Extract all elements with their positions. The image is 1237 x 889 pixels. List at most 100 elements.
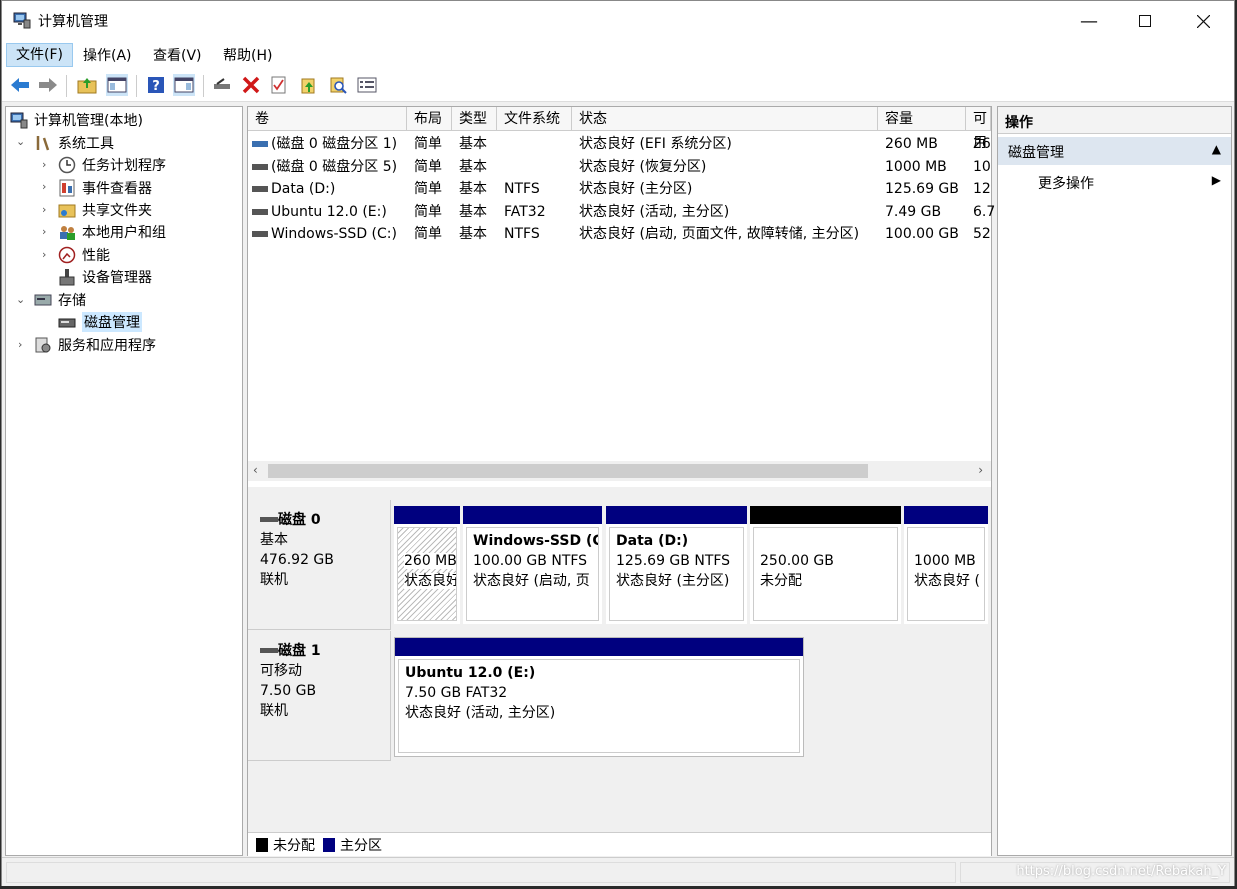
scrollbar-thumb[interactable] xyxy=(268,464,868,478)
up-folder-icon xyxy=(77,78,97,94)
minimize-icon: — xyxy=(1080,10,1098,32)
tree-item-root[interactable]: 计算机管理(本地) xyxy=(10,109,143,131)
svg-text:?: ? xyxy=(152,79,160,94)
back-button[interactable] xyxy=(9,74,31,96)
menu-bar: 文件(F) 操作(A) 查看(V) 帮助(H) xyxy=(2,41,1234,69)
volume-icon xyxy=(252,209,268,215)
shared-folder-icon xyxy=(58,201,76,219)
collapsed-chevron-icon[interactable]: › xyxy=(42,180,52,193)
clock-icon xyxy=(58,156,76,174)
collapsed-chevron-icon[interactable]: › xyxy=(42,203,52,216)
partition-efi[interactable]: 260 MB 状态良好 xyxy=(394,506,460,624)
horizontal-scrollbar[interactable]: ‹ › xyxy=(248,461,991,481)
help-button[interactable]: ? xyxy=(145,74,167,96)
partition-recovery[interactable]: 1000 MB 状态良好 ( xyxy=(904,506,988,624)
show-hide-console-tree-button[interactable] xyxy=(106,74,128,96)
scroll-left-icon[interactable]: ‹ xyxy=(253,463,258,477)
maximize-button[interactable] xyxy=(1116,1,1174,41)
volume-icon xyxy=(252,164,268,170)
find-icon xyxy=(330,77,347,94)
list-view-button[interactable] xyxy=(356,74,378,96)
show-hide-action-pane-icon xyxy=(174,77,194,93)
maximize-icon xyxy=(1139,15,1151,27)
table-row[interactable]: (磁盘 0 磁盘分区 1) 简单 基本 状态良好 (EFI 系统分区) 260 … xyxy=(248,133,991,155)
tree-item-shared-folders[interactable]: 共享文件夹 xyxy=(58,199,152,221)
tree-item-task-scheduler[interactable]: 任务计划程序 xyxy=(58,154,166,176)
disk-icon xyxy=(260,648,278,653)
partition-data[interactable]: Data (D:) 125.69 GB NTFS 状态良好 (主分区) xyxy=(606,506,747,624)
show-hide-console-tree-icon xyxy=(107,77,127,93)
performance-gauge-icon xyxy=(58,246,76,264)
tree-item-event-viewer[interactable]: 事件查看器 xyxy=(58,177,152,199)
collapsed-chevron-icon[interactable]: › xyxy=(18,338,28,351)
properties-button[interactable] xyxy=(268,74,290,96)
forward-button[interactable] xyxy=(37,74,59,96)
users-icon xyxy=(58,223,76,241)
expand-chevron-icon[interactable]: ⌄ xyxy=(16,135,26,148)
tools-icon xyxy=(34,134,52,152)
disk-1-label[interactable]: 磁盘 1 可移动 7.50 GB 联机 xyxy=(248,631,391,761)
title-bar: 计算机管理 — xyxy=(2,1,1234,41)
event-viewer-icon xyxy=(58,179,76,197)
show-hide-action-pane-button[interactable] xyxy=(173,74,195,96)
actions-section-disk-management[interactable]: 磁盘管理 ▲ xyxy=(998,137,1231,165)
expand-chevron-icon[interactable]: ⌄ xyxy=(16,293,26,306)
table-row[interactable]: Windows-SSD (C:) 简单 基本 NTFS 状态良好 (启动, 页面… xyxy=(248,223,991,245)
help-icon: ? xyxy=(148,77,164,94)
column-header-volume[interactable]: 卷 xyxy=(248,107,407,131)
tree-item-performance[interactable]: 性能 xyxy=(58,244,110,266)
collapsed-chevron-icon[interactable]: › xyxy=(42,248,52,261)
menu-view[interactable]: 查看(V) xyxy=(149,45,206,65)
forward-arrow-icon xyxy=(39,78,57,92)
close-icon xyxy=(1196,14,1210,28)
export-list-button[interactable] xyxy=(298,74,320,96)
connect-button[interactable] xyxy=(211,74,233,96)
storage-icon xyxy=(34,291,52,309)
find-button[interactable] xyxy=(327,74,349,96)
disk-management-pane: 卷 布局 类型 文件系统 状态 容量 可用 (磁盘 0 磁盘分区 1) 简单 基… xyxy=(247,106,995,856)
partition-unallocated[interactable]: 250.00 GB 未分配 xyxy=(750,506,901,624)
toolbar: ? xyxy=(2,69,1234,102)
delete-button[interactable] xyxy=(240,74,262,96)
collapsed-chevron-icon[interactable]: › xyxy=(42,158,52,171)
tree-item-storage[interactable]: 存储 xyxy=(34,289,86,311)
console-tree: 计算机管理(本地) ⌄ 系统工具 › 任务计划程序 › 事件查看器 › 共享文件… xyxy=(5,106,243,856)
menu-action[interactable]: 操作(A) xyxy=(79,45,136,65)
computer-management-icon xyxy=(10,111,28,129)
collapsed-chevron-icon[interactable]: › xyxy=(42,225,52,238)
device-manager-icon xyxy=(58,268,76,286)
partition-ubuntu[interactable]: Ubuntu 12.0 (E:) 7.50 GB FAT32 状态良好 (活动, 主… xyxy=(394,637,804,757)
tree-item-device-manager[interactable]: 设备管理器 xyxy=(58,266,152,288)
disk-0-label[interactable]: 磁盘 0 基本 476.92 GB 联机 xyxy=(248,500,391,630)
more-actions[interactable]: 更多操作 xyxy=(1038,173,1094,193)
tree-item-services-apps[interactable]: 服务和应用程序 xyxy=(34,334,156,356)
menu-help[interactable]: 帮助(H) xyxy=(219,45,276,65)
back-arrow-icon xyxy=(11,78,29,92)
status-bar: https://blog.csdn.net/Rebakah_Y xyxy=(2,857,1234,886)
column-header-filesystem[interactable]: 文件系统 xyxy=(497,107,572,131)
column-header-layout[interactable]: 布局 xyxy=(407,107,452,131)
tree-item-disk-management[interactable]: 磁盘管理 xyxy=(58,311,142,333)
actions-header: 操作 xyxy=(998,107,1231,134)
computer-management-app-icon xyxy=(13,12,31,29)
column-header-type[interactable]: 类型 xyxy=(452,107,497,131)
expand-triangle-icon[interactable]: ▶ xyxy=(1212,173,1221,187)
tree-item-local-users[interactable]: 本地用户和组 xyxy=(58,221,166,243)
check-properties-icon xyxy=(271,76,286,94)
volume-icon xyxy=(252,186,268,192)
table-row[interactable]: Ubuntu 12.0 (E:) 简单 基本 FAT32 状态良好 (活动, 主… xyxy=(248,201,995,223)
column-header-status[interactable]: 状态 xyxy=(572,107,878,131)
table-row[interactable]: (磁盘 0 磁盘分区 5) 简单 基本 状态良好 (恢复分区) 1000 MB … xyxy=(248,156,991,178)
collapse-triangle-icon[interactable]: ▲ xyxy=(1212,142,1221,156)
close-button[interactable] xyxy=(1174,1,1232,41)
table-row[interactable]: Data (D:) 简单 基本 NTFS 状态良好 (主分区) 125.69 G… xyxy=(248,178,991,200)
partition-windows-ssd[interactable]: Windows-SSD (C:)100.00 GB NTFS状态良好 (启动, … xyxy=(463,506,602,624)
connect-icon xyxy=(214,78,230,89)
minimize-button[interactable]: — xyxy=(1060,1,1118,41)
tree-item-system-tools[interactable]: 系统工具 xyxy=(34,132,114,154)
menu-file[interactable]: 文件(F) xyxy=(6,43,73,67)
scroll-right-icon[interactable]: › xyxy=(978,463,983,477)
up-one-level-button[interactable] xyxy=(76,74,98,96)
column-header-capacity[interactable]: 容量 xyxy=(878,107,966,131)
column-header-free[interactable]: 可用 xyxy=(966,107,991,151)
